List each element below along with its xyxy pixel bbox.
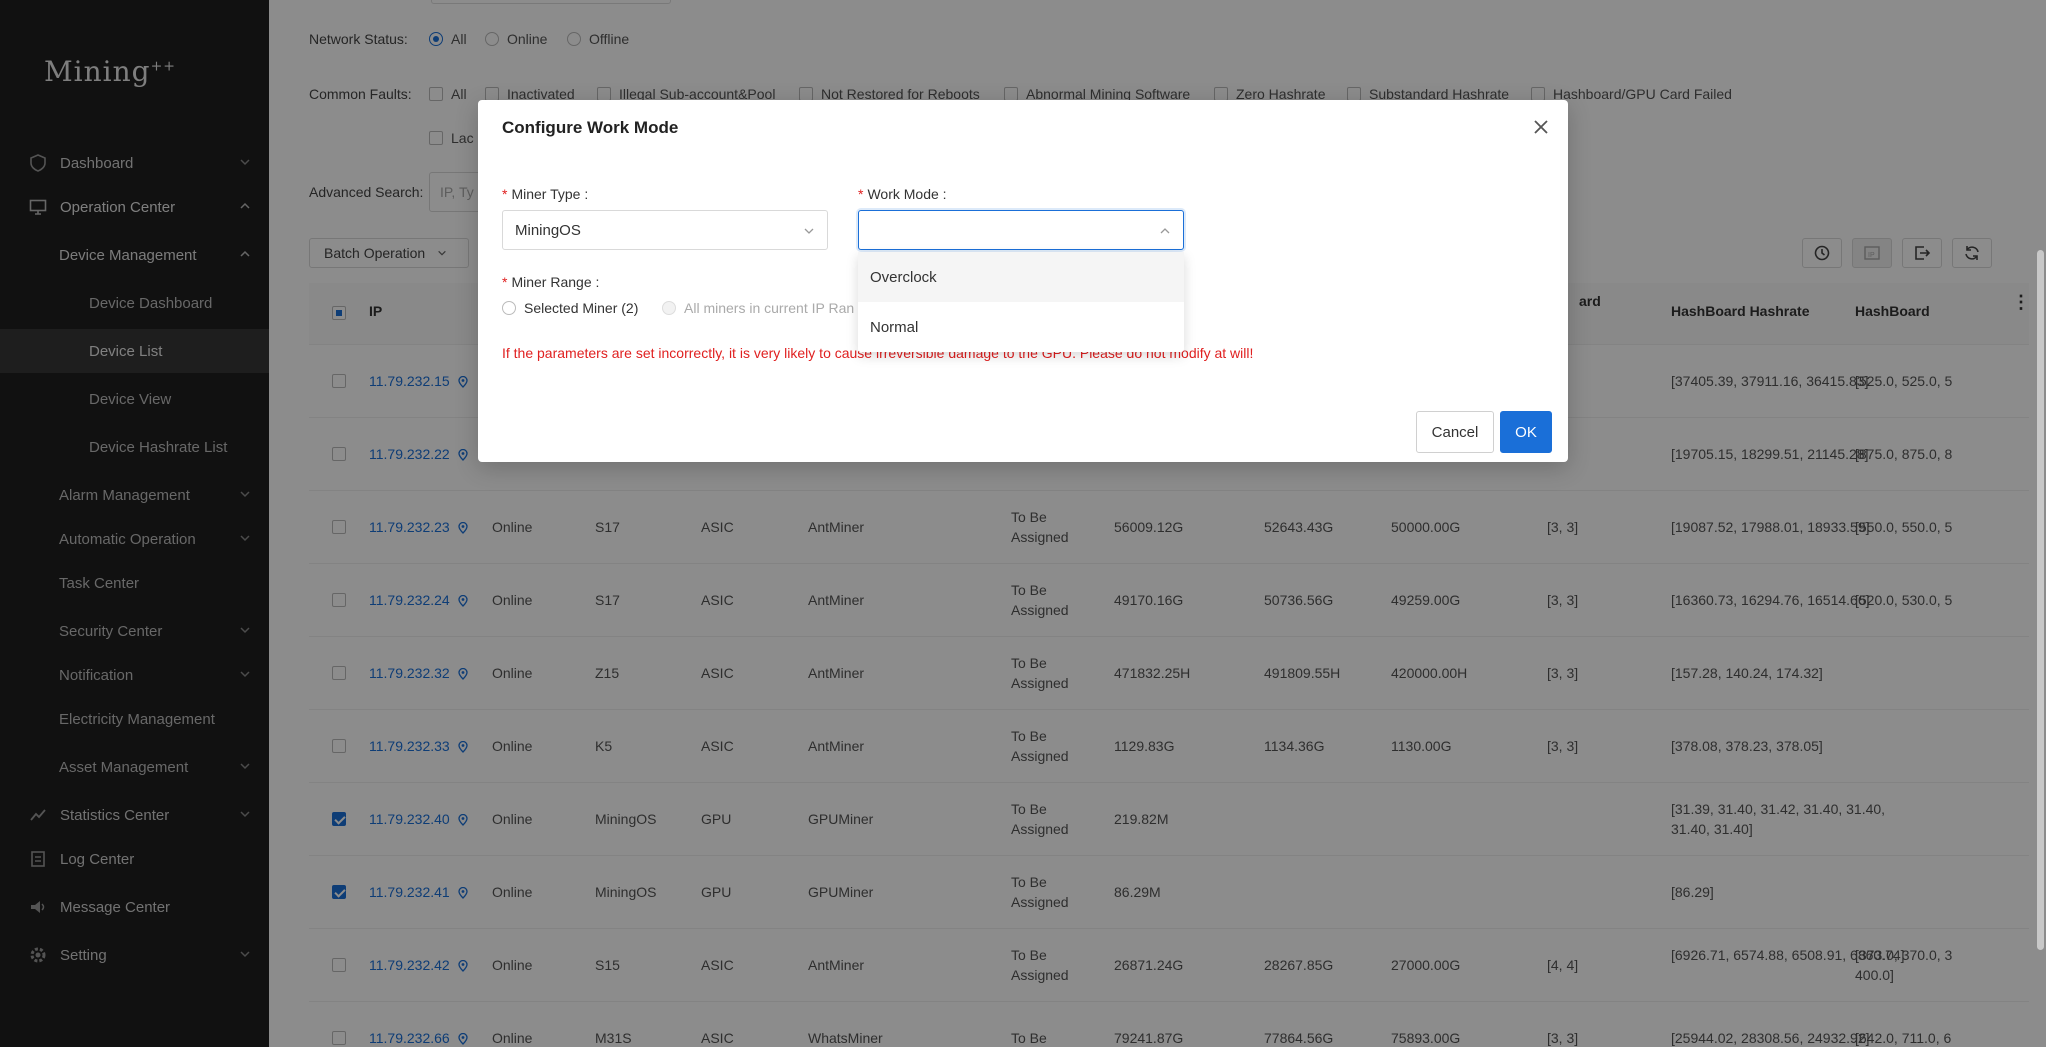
work-mode-dropdown: Overclock Normal [858, 252, 1184, 352]
work-mode-option-normal[interactable]: Normal [858, 302, 1184, 352]
work-mode-label: * Work Mode : [858, 186, 947, 202]
range-option-all[interactable]: All miners in current IP Ran [662, 300, 854, 316]
chevron-down-icon [804, 228, 814, 234]
cancel-button[interactable]: Cancel [1416, 411, 1494, 453]
miner-type-select[interactable]: MiningOS [502, 210, 828, 250]
radio-icon[interactable] [662, 301, 676, 315]
work-mode-option-overclock[interactable]: Overclock [858, 252, 1184, 302]
scrollbar[interactable] [2037, 250, 2044, 950]
chevron-up-icon [1160, 228, 1170, 234]
configure-work-mode-dialog: Configure Work Mode * Miner Type : Mining… [478, 100, 1568, 462]
work-mode-select[interactable] [858, 210, 1184, 250]
miner-range-label: * Miner Range : [502, 274, 600, 290]
range-option-selected[interactable]: Selected Miner (2) [502, 300, 638, 316]
close-icon[interactable] [1532, 118, 1550, 136]
radio-icon[interactable] [502, 301, 516, 315]
miner-type-label: * Miner Type : [502, 186, 589, 202]
ok-button[interactable]: OK [1500, 411, 1552, 453]
modal-title: Configure Work Mode [502, 118, 679, 137]
